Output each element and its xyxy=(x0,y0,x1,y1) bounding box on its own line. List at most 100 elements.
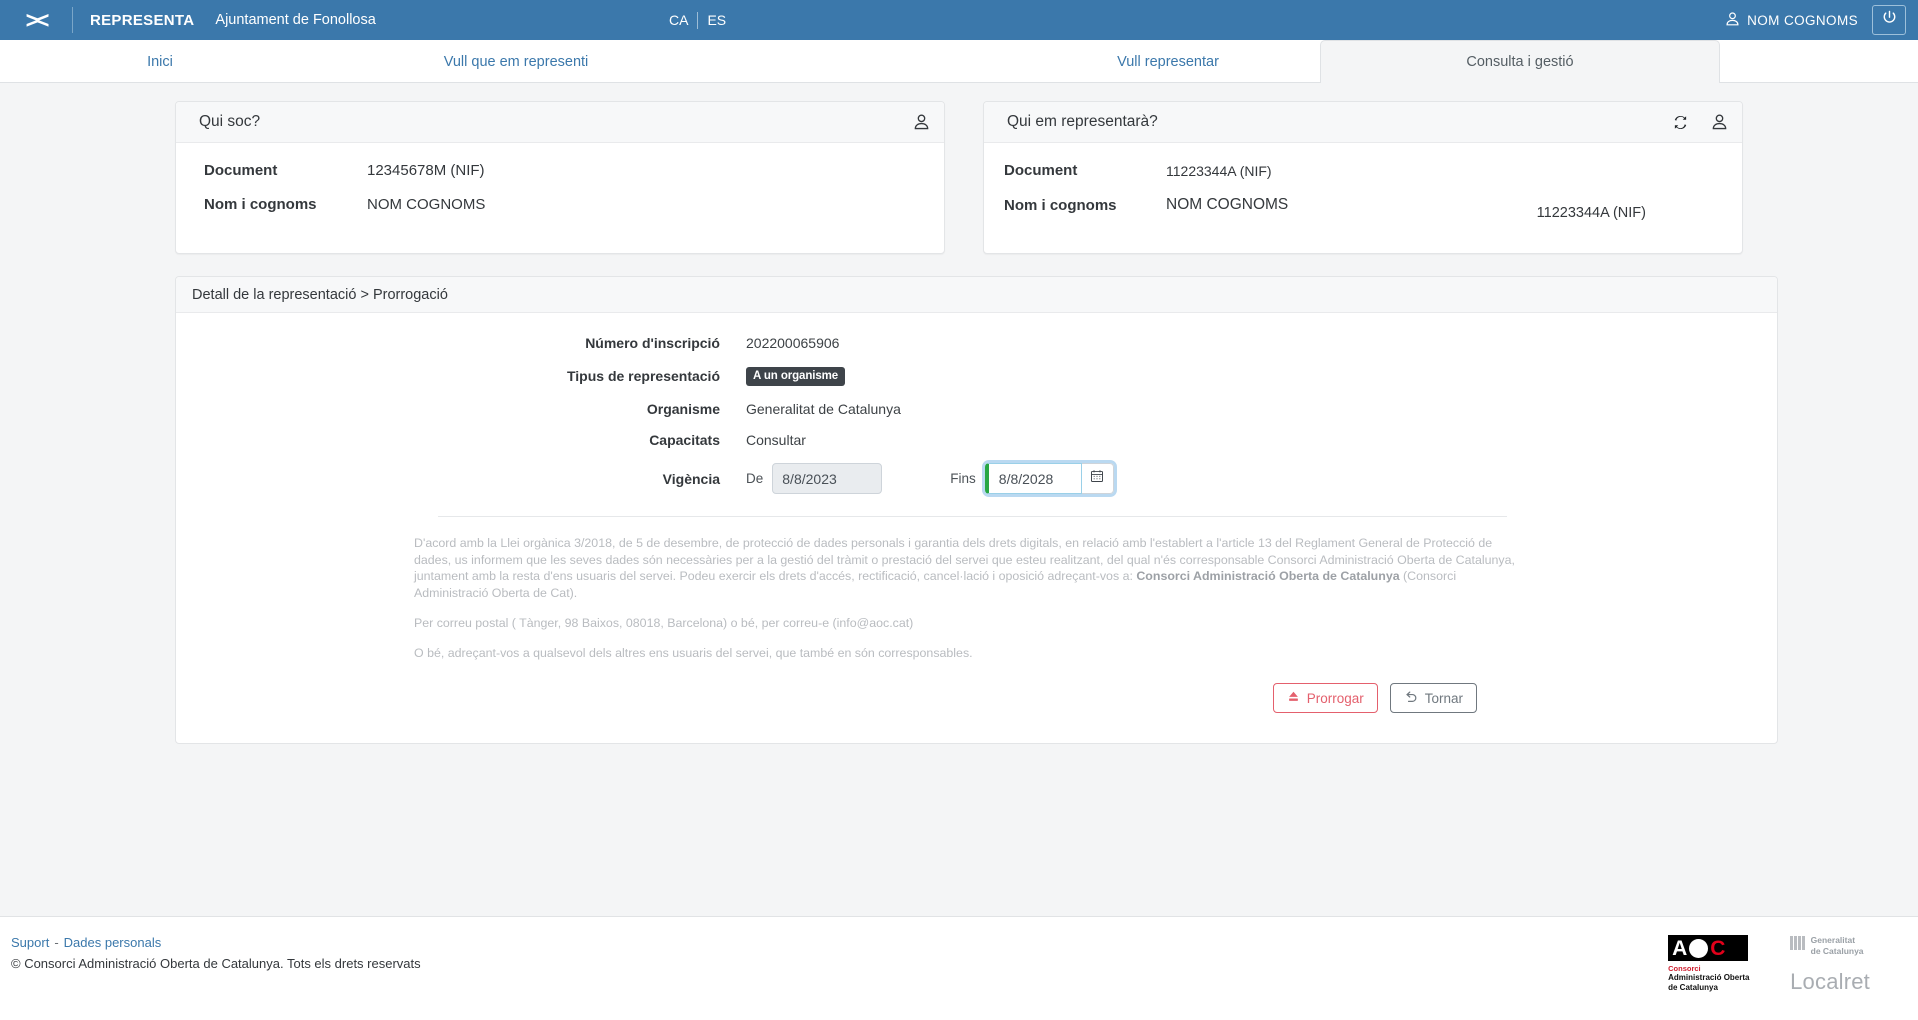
legal-paragraph-1: D'acord amb la Llei orgànica 3/2018, de … xyxy=(414,535,1515,602)
vigencia-to-label: Fins xyxy=(950,471,976,486)
row-organisme-value: Generalitat de Catalunya xyxy=(746,401,901,417)
lang-es-link[interactable]: ES xyxy=(698,12,735,28)
tornar-button[interactable]: Tornar xyxy=(1389,683,1477,714)
refresh-icon[interactable] xyxy=(1672,114,1689,131)
main-tabs: Inici Vull que em representi Vull repres… xyxy=(0,40,1918,84)
row-vigencia: Vigència De 8/8/2023 Fins 8/8/2028 xyxy=(176,463,1777,494)
page-footer: Suport - Dades personals © Consorci Admini… xyxy=(0,916,1918,1020)
row-numero-inscripcio: Número d'inscripció 202200065906 xyxy=(176,335,1777,351)
legal-paragraph-2: Per correu postal ( Tànger, 98 Baixos, 0… xyxy=(414,615,914,630)
power-icon xyxy=(1882,10,1897,30)
date-from-input: 8/8/2023 xyxy=(772,463,883,494)
tornar-button-label: Tornar xyxy=(1424,690,1463,706)
card-qui-em-representara: Qui em representarà? Document 11223344A … xyxy=(983,101,1743,254)
generalitat-localret-logos: Generalitat de Catalunya Localret xyxy=(1790,935,1870,995)
row-capacitats-value: Consultar xyxy=(746,432,806,448)
lang-ca-link[interactable]: CA xyxy=(660,12,697,28)
logo-divider xyxy=(72,7,73,33)
legal-p1-bold: Consorci Administració Oberta de Catalun… xyxy=(1136,569,1400,584)
generalitat-line2: de Catalunya xyxy=(1810,946,1864,957)
status-badge: A un organisme xyxy=(746,367,846,386)
field-nom-cognoms-value: NOM COGNOMS xyxy=(367,196,486,213)
row-tipus-representacio-label: Tipus de representació xyxy=(566,368,720,384)
user-area: NOM COGNOMS xyxy=(1725,0,1918,40)
aoc-letter-c: C xyxy=(1710,936,1726,960)
row-organisme: Organisme Generalitat de Catalunya xyxy=(176,401,1777,417)
summary-cards: Qui soc? Document 12345678M (NIF) Nom i … xyxy=(0,83,1918,254)
vigencia-from-label: De xyxy=(746,471,764,486)
user-name-label: NOM COGNOMS xyxy=(1747,12,1858,28)
action-buttons: Prorrogar Tornar xyxy=(176,661,1777,743)
field-document: Document 11223344A (NIF) xyxy=(984,162,1742,179)
footer-link-dades-personals[interactable]: Dades personals xyxy=(64,935,162,950)
logout-button[interactable] xyxy=(1872,5,1906,35)
localret-logo: Localret xyxy=(1790,969,1870,995)
generalitat-bars-icon xyxy=(1790,936,1805,950)
row-tipus-representacio: Tipus de representació A un organisme xyxy=(176,366,1777,386)
detail-panel: Detall de la representació > Prorrogació… xyxy=(175,276,1778,745)
eject-icon xyxy=(1287,690,1300,706)
card-qui-soc: Qui soc? Document 12345678M (NIF) Nom i … xyxy=(175,101,945,254)
card-qui-em-representara-title: Qui em representarà? xyxy=(1007,113,1158,130)
footer-links: Suport - Dades personals xyxy=(11,935,1918,950)
prorrogar-button-label: Prorrogar xyxy=(1306,690,1364,706)
person-icon xyxy=(1725,11,1740,30)
row-organisme-label: Organisme xyxy=(646,401,720,417)
legal-notice: D'acord amb la Llei orgànica 3/2018, de … xyxy=(176,517,1777,661)
tab-inici[interactable]: Inici xyxy=(0,40,320,83)
card-qui-em-representara-header: Qui em representarà? xyxy=(984,102,1742,143)
user-menu[interactable]: NOM COGNOMS xyxy=(1725,11,1858,30)
aoc-letter-o-icon xyxy=(1689,938,1709,958)
aoc-logo-mark: A C xyxy=(1668,935,1749,961)
row-numero-inscripcio-value: 202200065906 xyxy=(746,335,840,351)
breadcrumb: Detall de la representació > Prorrogació xyxy=(176,277,1777,313)
row-capacitats-label: Capacitats xyxy=(649,432,720,448)
undo-icon xyxy=(1404,690,1418,707)
footer-link-separator: - xyxy=(54,935,59,950)
row-vigencia-label: Vigència xyxy=(662,470,720,487)
field-nom-cognoms-label: Nom i cognoms xyxy=(1004,196,1117,214)
person-icon[interactable] xyxy=(1711,113,1728,131)
prorrogar-button[interactable]: Prorrogar xyxy=(1272,683,1378,714)
field-document-value: 11223344A (NIF) xyxy=(1166,162,1272,179)
footer-logos: A C Consorci Administració Oberta de Cat… xyxy=(1668,935,1870,995)
aoc-logo-line3: de Catalunya xyxy=(1668,983,1718,993)
representative-nif-secondary: 11223344A (NIF) xyxy=(1536,205,1646,221)
field-document: Document 12345678M (NIF) xyxy=(176,162,944,179)
date-to-input[interactable]: 8/8/2028 xyxy=(984,463,1082,494)
brand-title: REPRESENTA xyxy=(90,11,195,29)
row-numero-inscripcio-label: Número d'inscripció xyxy=(585,335,720,351)
aoc-logo: A C Consorci Administració Oberta de Cat… xyxy=(1668,935,1754,993)
calendar-icon xyxy=(1090,469,1104,488)
field-document-value: 12345678M (NIF) xyxy=(367,162,485,179)
calendar-button[interactable] xyxy=(1081,463,1114,494)
card-qui-soc-body: Document 12345678M (NIF) Nom i cognoms N… xyxy=(176,143,944,235)
page-content: Qui soc? Document 12345678M (NIF) Nom i … xyxy=(0,83,1918,916)
generalitat-line1: Generalitat xyxy=(1810,935,1856,945)
footer-link-suport[interactable]: Suport xyxy=(11,935,49,950)
field-nom-cognoms: Nom i cognoms NOM COGNOMS xyxy=(176,196,944,213)
card-qui-em-representara-body: Document 11223344A (NIF) Nom i cognoms N… xyxy=(984,143,1742,253)
aoc-letter-a: A xyxy=(1672,936,1688,960)
card-qui-soc-header: Qui soc? xyxy=(176,102,944,143)
detail-panel-body: Número d'inscripció 202200065906 Tipus d… xyxy=(176,313,1777,743)
person-icon[interactable] xyxy=(913,113,930,131)
field-nom-cognoms-value: NOM COGNOMS xyxy=(1166,196,1289,213)
app-logo[interactable]: >< xyxy=(0,0,72,40)
generalitat-logo-text: Generalitat de Catalunya xyxy=(1811,935,1864,957)
tab-consulta-i-gestio[interactable]: Consulta i gestió xyxy=(1320,40,1720,84)
card-qui-soc-title: Qui soc? xyxy=(199,113,261,130)
language-switcher: CA ES xyxy=(660,0,735,40)
logo-glyph-icon: >< xyxy=(25,6,50,33)
top-bar: >< REPRESENTA Ajuntament de Fonollosa CA… xyxy=(0,0,1918,40)
field-nom-cognoms-label: Nom i cognoms xyxy=(204,196,317,213)
field-document-label: Document xyxy=(204,162,278,179)
generalitat-logo: Generalitat de Catalunya xyxy=(1790,935,1870,957)
tab-vull-que-em-representi[interactable]: Vull que em representi xyxy=(356,40,676,83)
row-capacitats: Capacitats Consultar xyxy=(176,432,1777,448)
tab-vull-representar[interactable]: Vull representar xyxy=(1008,40,1328,83)
aoc-logo-line2: Administració Oberta xyxy=(1668,973,1750,983)
field-document-label: Document xyxy=(1004,162,1078,179)
aoc-logo-line1: Consorci xyxy=(1668,964,1701,973)
footer-copyright: © Consorci Administració Oberta de Catal… xyxy=(11,956,421,971)
